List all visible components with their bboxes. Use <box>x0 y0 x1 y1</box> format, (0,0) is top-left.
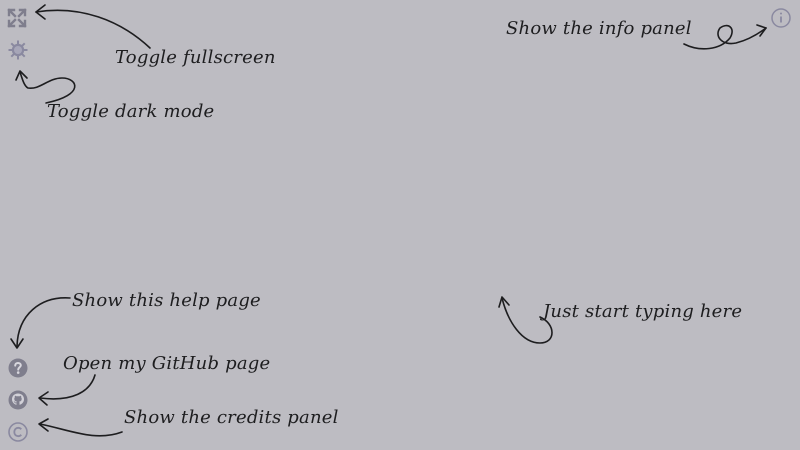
help-icon[interactable] <box>7 357 29 379</box>
expand-icon[interactable] <box>6 7 28 29</box>
arrow-info-panel <box>683 24 767 50</box>
arrow-credits-panel <box>38 418 123 437</box>
hint-dark-mode: Toggle dark mode <box>47 101 215 122</box>
hint-fullscreen: Toggle fullscreen <box>115 47 276 68</box>
info-icon[interactable] <box>770 7 792 29</box>
hint-help-page: Show this help page <box>72 290 261 311</box>
hint-github-page: Open my GitHub page <box>63 353 271 374</box>
hint-start-typing: Just start typing here <box>543 301 743 322</box>
gear-icon[interactable] <box>7 39 29 61</box>
github-icon[interactable] <box>7 389 29 411</box>
hint-info-panel: Show the info panel <box>506 18 692 39</box>
hint-credits-panel: Show the credits panel <box>124 407 339 428</box>
copyright-icon[interactable] <box>7 421 29 443</box>
arrow-fullscreen <box>35 4 151 49</box>
